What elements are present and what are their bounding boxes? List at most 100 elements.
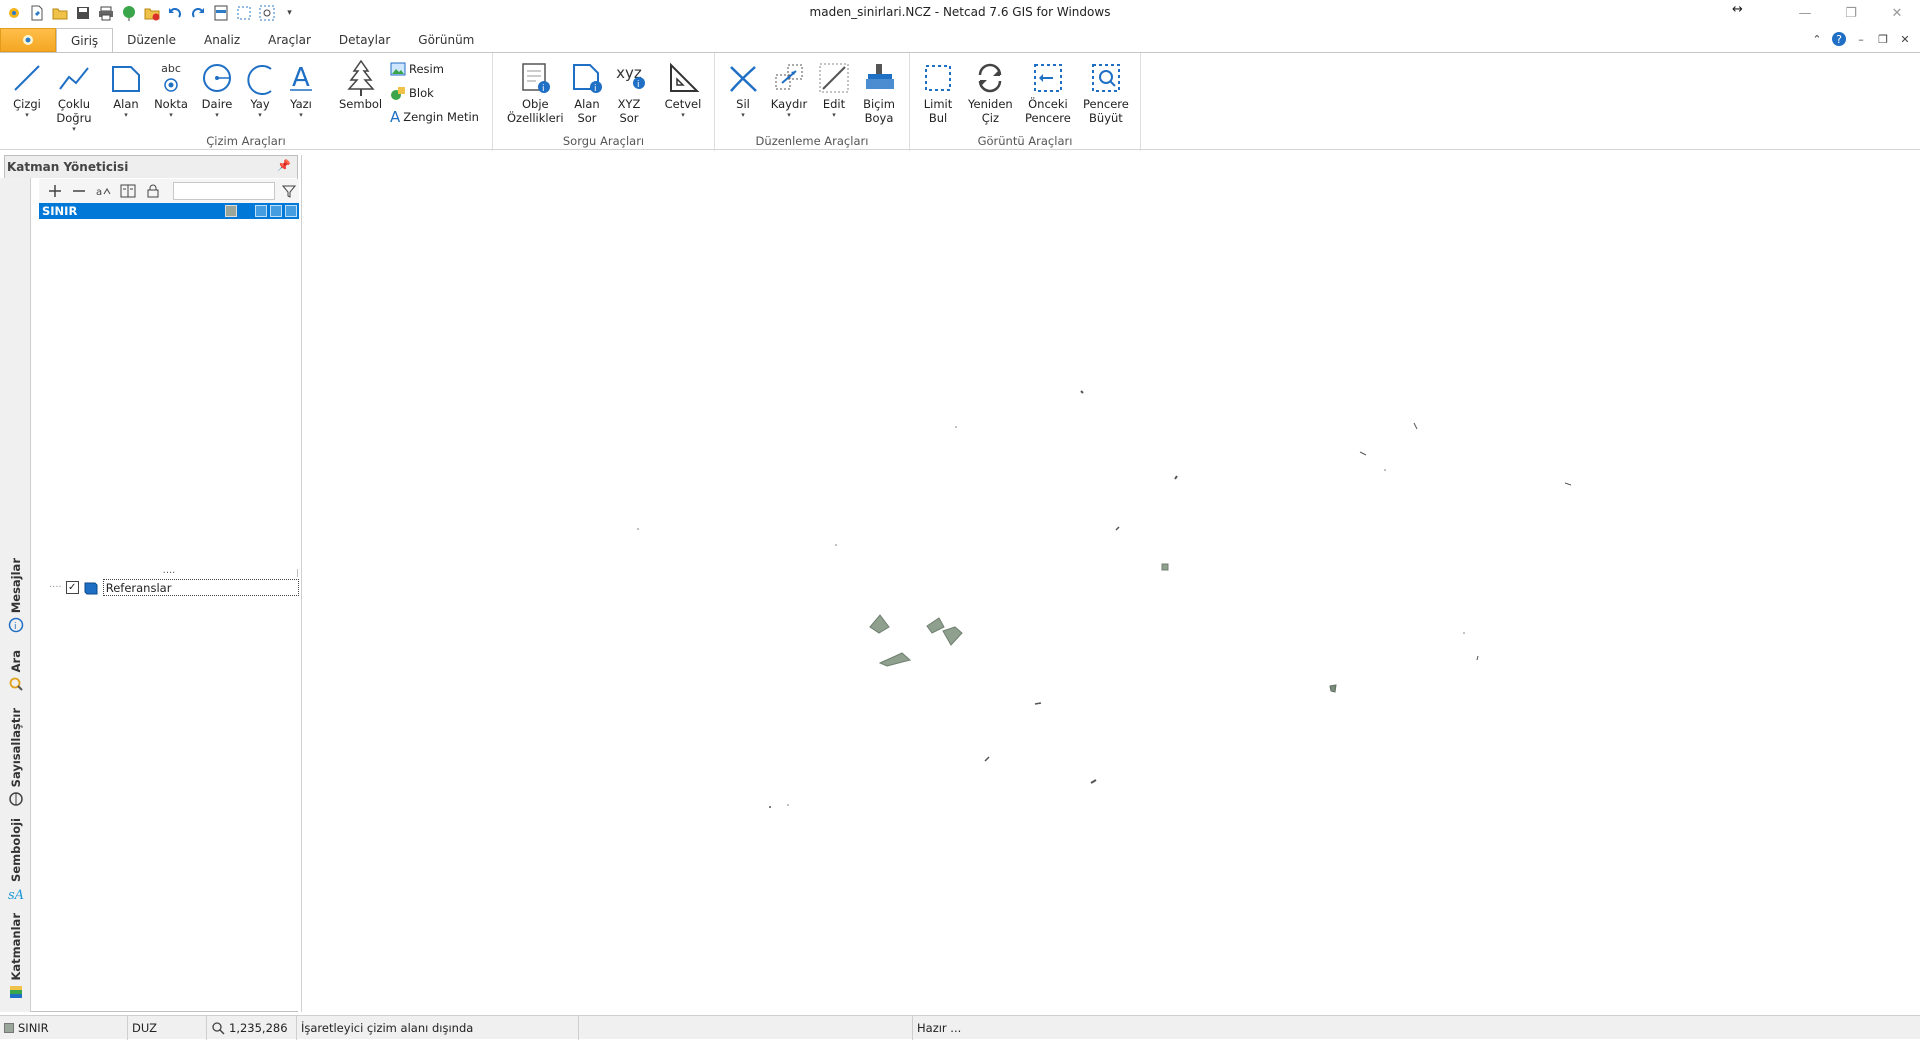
status-layer[interactable]: SINIR [0,1015,128,1040]
visibility-icon[interactable] [255,205,267,217]
open-folder-icon[interactable] [50,4,69,23]
pencere-buyut-button[interactable]: Pencere Büyüt [1083,59,1129,125]
cetvel-dropdown-icon[interactable]: ▾ [681,111,685,119]
mine-boundary-polygon[interactable] [926,617,945,634]
status-mode[interactable]: DUZ [128,1015,207,1040]
mine-boundary-polygon[interactable] [869,614,890,634]
alan-dropdown-icon[interactable]: ▾ [124,111,128,119]
help-icon[interactable]: ? [1832,32,1846,46]
mdi-restore-icon[interactable]: ❐ [1876,32,1890,46]
tab-analiz[interactable]: Analiz [190,28,254,52]
mine-boundary-polygon[interactable] [1161,563,1169,571]
references-checkbox[interactable]: ✓ [65,581,79,594]
bicim-boya-button[interactable]: Biçim Boya [859,59,899,125]
app-menu-button[interactable] [0,28,56,52]
tab-duzenle[interactable]: Düzenle [113,28,190,52]
undo-icon[interactable] [165,4,184,23]
coklu-dogru-button[interactable]: Çoklu Doğru ▾ [54,59,94,133]
panel-splitter[interactable]: .... [39,566,299,577]
xyz-sor-button[interactable]: xyz i XYZ Sor [609,59,649,125]
yeniden-ciz-button[interactable]: Yeniden Çiz [968,59,1013,125]
edit-dropdown-icon[interactable]: ▾ [832,111,836,119]
status-extra [579,1015,913,1040]
side-tab-katmanlar[interactable]: Katmanlar [4,913,28,1000]
zoom-window-icon[interactable] [257,4,276,23]
globe-icon[interactable] [119,4,138,23]
yay-dropdown-icon[interactable]: ▾ [258,111,262,119]
edit-button[interactable]: Edit ▾ [814,59,854,119]
layer-lock-icon[interactable] [270,205,282,217]
side-tab-ara[interactable]: Ara [4,650,28,692]
save-icon[interactable] [73,4,92,23]
layer-properties-icon[interactable] [118,181,137,201]
tab-gorunum[interactable]: Görünüm [404,28,488,52]
onceki-pencere-button[interactable]: Önceki Pencere [1025,59,1071,125]
mdi-minimize-icon[interactable]: – [1854,32,1868,46]
resim-button[interactable]: Resim [390,59,444,79]
mine-boundary-polygon[interactable] [942,626,963,646]
layer-row-sinir[interactable]: SINIR [39,203,299,219]
daire-dropdown-icon[interactable]: ▾ [215,111,219,119]
blok-button[interactable]: Blok [390,83,434,103]
rich-text-icon: A [390,108,401,126]
group-cizim-araclari: Çizgi ▾ Çoklu Doğru ▾ Alan ▾ abc Nokta ▾… [0,53,493,151]
yay-button[interactable]: Yay ▾ [240,59,280,119]
layer-print-icon[interactable] [285,205,297,217]
kaydir-button[interactable]: Kaydır ▾ [769,59,809,119]
redo-icon[interactable] [188,4,207,23]
yazi-button[interactable]: A Yazı ▾ [281,59,321,119]
map-canvas[interactable] [301,155,1920,1012]
coklu-dogru-dropdown-icon[interactable]: ▾ [72,125,76,133]
cizgi-button[interactable]: Çizgi ▾ [7,59,47,119]
collapse-ribbon-icon[interactable]: ⌃ [1810,32,1824,46]
zengin-metin-button[interactable]: A Zengin Metin [390,107,479,127]
layer-color-swatch[interactable] [225,205,237,217]
sil-dropdown-icon[interactable]: ▾ [741,111,745,119]
layer-style-icon[interactable]: a [94,181,113,201]
yazi-dropdown-icon[interactable]: ▾ [299,111,303,119]
layout-icon[interactable] [211,4,230,23]
kaydir-dropdown-icon[interactable]: ▾ [787,111,791,119]
sembol-button[interactable]: Sembol [339,59,382,111]
alan-sor-button[interactable]: i Alan Sor [567,59,607,125]
minimize-icon[interactable]: — [1782,0,1828,26]
daire-button[interactable]: Daire ▾ [197,59,237,119]
mine-boundary-polygon[interactable] [1329,684,1337,693]
tab-detaylar[interactable]: Detaylar [325,28,404,52]
tab-araclar[interactable]: Araçlar [254,28,325,52]
filter-icon[interactable] [280,181,299,201]
layer-filter-input[interactable] [173,182,275,200]
remove-layer-icon[interactable] [69,181,88,201]
nokta-button[interactable]: abc Nokta ▾ [151,59,191,119]
add-layer-icon[interactable] [45,181,64,201]
references-item[interactable]: ···· ✓ Referanslar [49,579,299,596]
status-scale[interactable]: 1,235,286 [207,1015,297,1040]
tab-giris[interactable]: Giriş [56,28,114,52]
obje-ozellikleri-button[interactable]: i Obje Özellikleri [507,59,564,125]
area-query-icon: i [573,64,602,94]
side-tab-semboloji[interactable]: Semboloji sA [4,818,28,902]
mdi-close-icon[interactable]: ✕ [1898,32,1912,46]
status-pointer: İşaretleyici çizim alanı dışında [297,1015,579,1040]
pin-icon[interactable]: 📌 [277,159,291,172]
limit-bul-button[interactable]: Limit Bul [918,59,958,125]
mine-boundary-polygon[interactable] [878,652,912,667]
group-goruntu-araclari: Limit Bul Yeniden Çiz Önceki Pencere Pen… [910,53,1141,151]
lock-icon[interactable] [143,181,162,201]
restore-icon[interactable]: ❐ [1828,0,1874,26]
cizgi-dropdown-icon[interactable]: ▾ [25,111,29,119]
app-icon[interactable] [4,4,23,23]
customize-icon[interactable]: ▾ [280,4,299,23]
print-icon[interactable] [96,4,115,23]
mine-boundary-fragment [1115,526,1120,531]
side-tab-sayisallastir[interactable]: Sayısallaştır [4,708,28,807]
select-icon[interactable] [234,4,253,23]
cetvel-button[interactable]: Cetvel ▾ [663,59,703,119]
new-file-icon[interactable] [27,4,46,23]
sil-button[interactable]: Sil ▾ [723,59,763,119]
alan-button[interactable]: Alan ▾ [106,59,146,119]
close-file-icon[interactable] [142,4,161,23]
close-icon[interactable]: ✕ [1874,0,1920,26]
side-tab-mesajlar[interactable]: Mesajlar i [4,558,28,633]
nokta-dropdown-icon[interactable]: ▾ [169,111,173,119]
